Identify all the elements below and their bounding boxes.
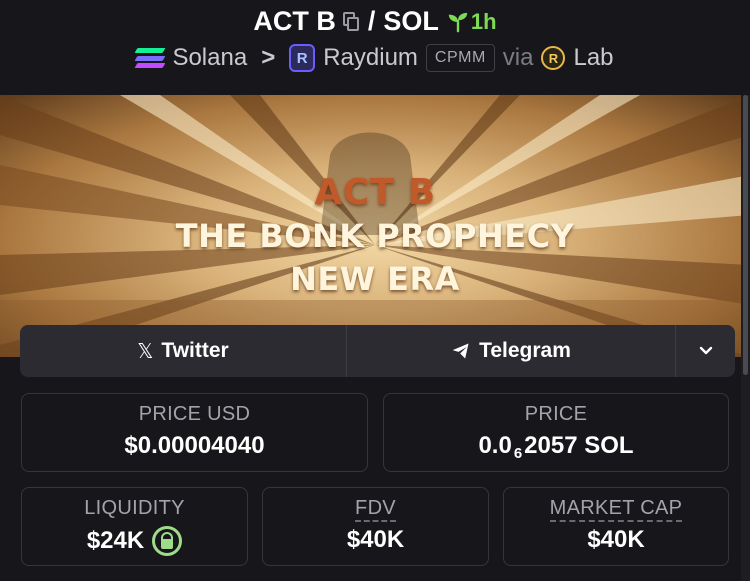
telegram-label: Telegram [479,339,571,362]
pair-separator: / [367,6,376,36]
price-native-zero-count: 6 [513,444,523,462]
fdv-card: FDV $40K [262,487,489,566]
price-native-card: PRICE 0.0 6 2057 SOL [383,393,729,472]
pair-header: ACT B / SOL 1h Solana > R Raydium CPMM v… [0,0,750,92]
chevron-right-icon: > [261,44,276,71]
breadcrumb-dex[interactable]: Raydium [323,44,418,72]
price-usd-label: PRICE USD [138,403,251,425]
fdv-value: $40K [346,526,405,553]
telegram-button[interactable]: Telegram [347,325,676,377]
liquidity-value-row: $24K [22,526,247,556]
price-native-value: 0.0 6 2057 SOL [384,432,728,462]
pair-title: ACT B / SOL 1h [0,6,750,37]
market-cap-value: $40K [587,526,645,553]
lock-icon[interactable] [152,526,183,556]
pair-age: 1h [447,9,497,35]
banner-line-3: NEW ERA [290,260,460,298]
liquidity-label: LIQUIDITY [84,497,185,519]
x-icon: 𝕏 [137,340,154,363]
market-cap-label[interactable]: MARKET CAP [504,497,728,522]
banner-line-1: ACT B [314,172,436,213]
lab-logo: R [541,46,566,70]
scrollbar-thumb[interactable] [743,95,748,375]
price-native-suffix: 2057 SOL [524,432,634,459]
copy-icon[interactable] [342,11,360,32]
price-native-prefix: 0.0 [478,432,512,459]
token-banner: ACT B THE BONK PROPHECY NEW ERA [0,95,750,357]
price-usd-value: $0.00004040 [124,432,265,459]
fdv-label-text: FDV [355,497,396,522]
market-cap-label-text: MARKET CAP [549,497,683,522]
fdv-label[interactable]: FDV [263,497,488,522]
liquidity-value: $24K [86,527,145,554]
twitter-label: Twitter [161,339,229,362]
breadcrumb: Solana > R Raydium CPMM via R Lab [0,44,750,72]
banner-line-2: THE BONK PROPHECY [175,217,575,255]
solana-logo [135,48,166,68]
telegram-icon [452,343,469,359]
sprout-icon [448,12,468,32]
chevron-down-icon [699,346,712,355]
more-links-button[interactable] [676,325,735,377]
breadcrumb-launchpad[interactable]: Lab [573,44,613,72]
pool-type-badge: CPMM [425,44,495,72]
market-cap-card: MARKET CAP $40K [503,487,729,566]
via-label: via [502,44,534,71]
pair-age-text: 1h [470,8,497,34]
price-usd-card: PRICE USD $0.00004040 [21,393,368,472]
price-native-label: PRICE [524,403,588,425]
breadcrumb-chain[interactable]: Solana [172,44,247,72]
social-links-bar: 𝕏 Twitter Telegram [20,325,735,377]
liquidity-card: LIQUIDITY $24K [21,487,248,566]
twitter-button[interactable]: 𝕏 Twitter [20,325,347,377]
token-symbol: ACT B [253,6,336,36]
raydium-logo: R [289,44,316,72]
quote-symbol: SOL [383,6,439,36]
